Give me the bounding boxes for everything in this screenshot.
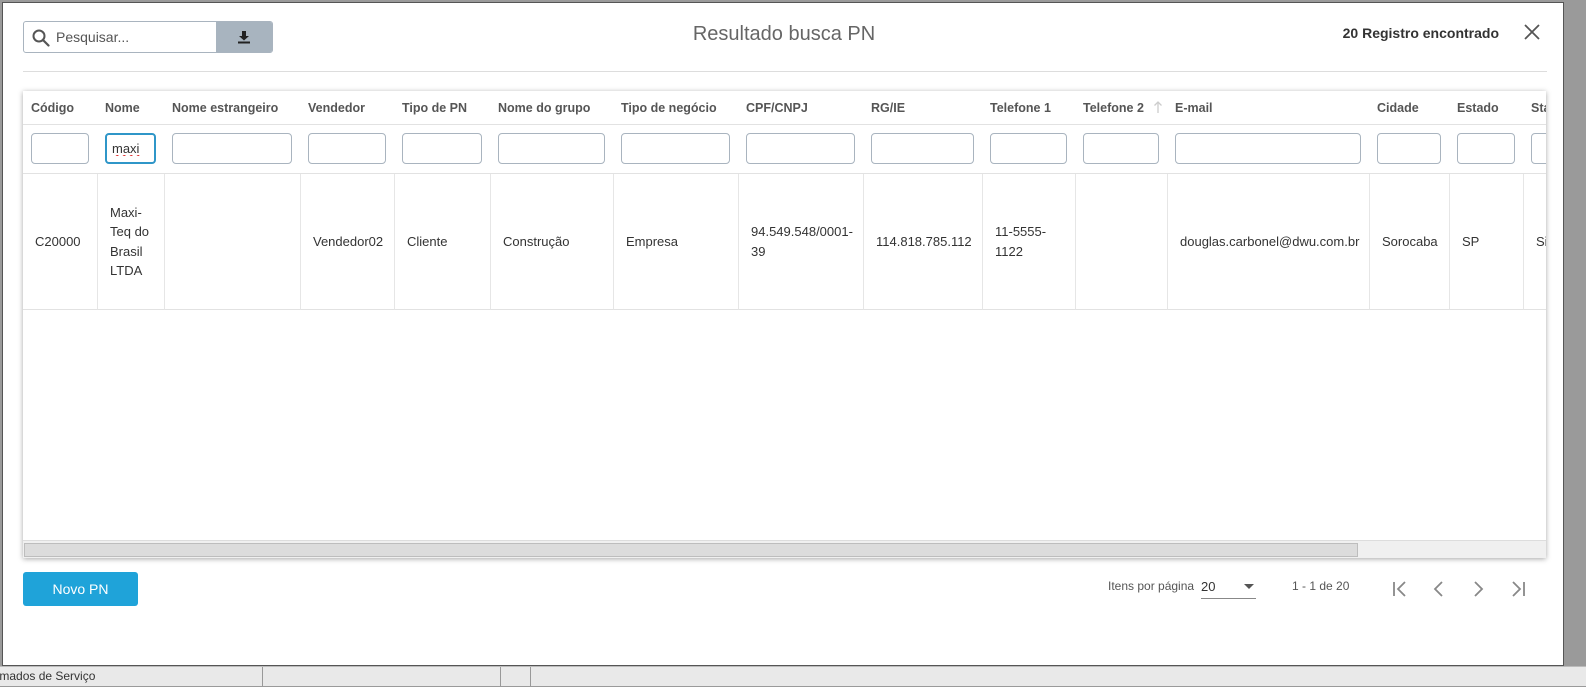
table-cell[interactable]: Empresa bbox=[613, 174, 738, 310]
record-count: 20 Registro encontrado bbox=[1342, 25, 1499, 41]
column-estado: Estado SP bbox=[1449, 91, 1523, 310]
new-pn-button[interactable]: Novo PN bbox=[23, 572, 138, 606]
chevron-down-icon bbox=[1244, 584, 1254, 589]
background-separator bbox=[500, 667, 501, 687]
column-telefone-1: Telefone 1 11-5555-1122 bbox=[982, 91, 1075, 310]
filter-cell bbox=[394, 125, 490, 174]
column-telefone-2: Telefone 2 bbox=[1075, 91, 1167, 310]
table-cell[interactable]: Sorocaba bbox=[1369, 174, 1449, 310]
filter-input-email[interactable] bbox=[1175, 133, 1361, 164]
filter-input-status[interactable] bbox=[1531, 133, 1546, 164]
background-separator bbox=[530, 667, 531, 687]
table-cell[interactable]: Construção bbox=[490, 174, 613, 310]
table-cell[interactable]: C20000 bbox=[23, 174, 97, 310]
column-nome-do-grupo: Nome do grupo Construção bbox=[490, 91, 613, 310]
column-header[interactable]: Tipo de PN bbox=[394, 91, 490, 125]
page-range: 1 - 1 de 20 bbox=[1292, 579, 1350, 593]
column-cpf-cnpj: CPF/CNPJ 94.549.548/0001-39 bbox=[738, 91, 863, 310]
column-header[interactable]: Estado bbox=[1449, 91, 1523, 125]
filter-input-estado[interactable] bbox=[1457, 133, 1515, 164]
column-tipo-de-pn: Tipo de PN Cliente bbox=[394, 91, 490, 310]
items-per-page-value: 20 bbox=[1201, 579, 1216, 594]
column-header[interactable]: Código bbox=[23, 91, 97, 125]
table-cell[interactable]: 94.549.548/0001-39 bbox=[738, 174, 863, 310]
column-vendedor: Vendedor Vendedor02 bbox=[300, 91, 394, 310]
filter-input-tipo-de-pn[interactable] bbox=[402, 133, 482, 164]
filter-input-vendedor[interactable] bbox=[308, 133, 386, 164]
items-per-page-select[interactable]: 20 bbox=[1201, 577, 1256, 599]
column-header[interactable]: Sta bbox=[1523, 91, 1546, 125]
filter-input-codigo[interactable] bbox=[31, 133, 89, 164]
filter-cell bbox=[863, 125, 982, 174]
filter-input-telefone-2[interactable] bbox=[1083, 133, 1159, 164]
filter-cell bbox=[300, 125, 394, 174]
filter-input-rg-ie[interactable] bbox=[871, 133, 974, 164]
page-title: Resultado busca PN bbox=[692, 23, 876, 45]
filter-cell bbox=[23, 125, 97, 174]
filter-input-cpf-cnpj[interactable] bbox=[746, 133, 855, 164]
next-page-icon[interactable] bbox=[1466, 577, 1490, 601]
column-header[interactable]: E-mail bbox=[1167, 91, 1369, 125]
filter-input-telefone-1[interactable] bbox=[990, 133, 1067, 164]
filter-cell bbox=[164, 125, 300, 174]
close-icon[interactable] bbox=[1521, 21, 1543, 43]
filter-input-nome[interactable] bbox=[105, 133, 156, 164]
column-cidade: Cidade Sorocaba bbox=[1369, 91, 1449, 310]
results-table: Código C20000 Nome Maxi-Teq do Brasil LT… bbox=[23, 91, 1546, 558]
table-cell[interactable]: 11-5555-1122 bbox=[982, 174, 1075, 310]
column-header[interactable]: Cidade bbox=[1369, 91, 1449, 125]
column-tipo-de-negocio: Tipo de negócio Empresa bbox=[613, 91, 738, 310]
column-header[interactable]: CPF/CNPJ bbox=[738, 91, 863, 125]
filter-input-nome-estrangeiro[interactable] bbox=[172, 133, 292, 164]
filter-cell bbox=[1449, 125, 1523, 174]
column-rg-ie: RG/IE 114.818.785.112 bbox=[863, 91, 982, 310]
filter-input-cidade[interactable] bbox=[1377, 133, 1441, 164]
filter-input-tipo-de-negocio[interactable] bbox=[621, 133, 730, 164]
table-cell[interactable] bbox=[1075, 174, 1167, 310]
table-cell[interactable]: Maxi-Teq do Brasil LTDA bbox=[97, 174, 164, 310]
filter-input-nome-do-grupo[interactable] bbox=[498, 133, 605, 164]
filter-cell bbox=[1167, 125, 1369, 174]
previous-page-icon[interactable] bbox=[1427, 577, 1451, 601]
filter-cell bbox=[738, 125, 863, 174]
column-header[interactable]: RG/IE bbox=[863, 91, 982, 125]
column-header[interactable]: Vendedor bbox=[300, 91, 394, 125]
column-header[interactable]: Tipo de negócio bbox=[613, 91, 738, 125]
table-cell[interactable]: SP bbox=[1449, 174, 1523, 310]
filter-cell bbox=[982, 125, 1075, 174]
items-per-page-label: Itens por página bbox=[1108, 579, 1195, 593]
background-separator bbox=[262, 667, 263, 687]
horizontal-scrollbar[interactable] bbox=[23, 540, 1546, 558]
filter-cell bbox=[613, 125, 738, 174]
column-header[interactable]: Telefone 1 bbox=[982, 91, 1075, 125]
table-cell[interactable]: douglas.carbonel@dwu.com.br bbox=[1167, 174, 1369, 310]
filter-cell bbox=[97, 125, 164, 174]
filter-cell bbox=[490, 125, 613, 174]
column-nome-estrangeiro: Nome estrangeiro bbox=[164, 91, 300, 310]
column-header[interactable]: Nome bbox=[97, 91, 164, 125]
filter-cell bbox=[1369, 125, 1449, 174]
background-text: hamados de Serviço bbox=[0, 669, 96, 683]
column-codigo: Código C20000 bbox=[23, 91, 97, 310]
table-cell[interactable] bbox=[164, 174, 300, 310]
table-cell[interactable]: 114.818.785.112 bbox=[863, 174, 982, 310]
table-cell[interactable]: Si bbox=[1523, 174, 1546, 310]
header-divider bbox=[23, 71, 1547, 72]
table-cell[interactable]: Cliente bbox=[394, 174, 490, 310]
column-email: E-mail douglas.carbonel@dwu.com.br bbox=[1167, 91, 1369, 310]
column-header[interactable]: Nome estrangeiro bbox=[164, 91, 300, 125]
first-page-icon[interactable] bbox=[1388, 577, 1412, 601]
filter-cell bbox=[1523, 125, 1546, 174]
search-results-modal: Resultado busca PN 20 Registro encontrad… bbox=[2, 2, 1564, 666]
last-page-icon[interactable] bbox=[1506, 577, 1530, 601]
column-nome: Nome Maxi-Teq do Brasil LTDA bbox=[97, 91, 164, 310]
column-status: Sta Si bbox=[1523, 91, 1546, 310]
column-header[interactable]: Nome do grupo bbox=[490, 91, 613, 125]
filter-cell bbox=[1075, 125, 1167, 174]
scrollbar-thumb[interactable] bbox=[24, 543, 1358, 557]
sort-arrow-icon[interactable] bbox=[1153, 100, 1163, 114]
table-cell[interactable]: Vendedor02 bbox=[300, 174, 394, 310]
background-taskbar: hamados de Serviço bbox=[0, 666, 1586, 687]
